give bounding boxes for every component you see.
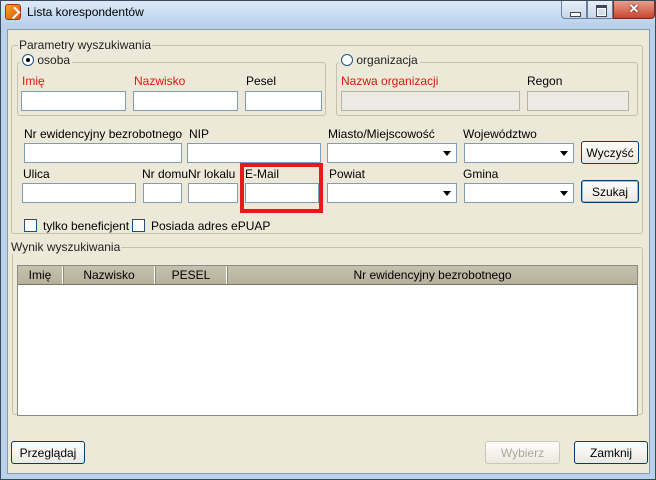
column-header-pesel[interactable]: PESEL: [156, 266, 227, 284]
title-bar[interactable]: Lista korespondentów ✕: [1, 1, 655, 23]
beneficiary-only-checkbox[interactable]: [24, 219, 37, 232]
org-name-input[interactable]: [341, 91, 520, 111]
org-radio[interactable]: [341, 54, 353, 66]
minimize-button[interactable]: [561, 1, 587, 19]
county-label: Powiat: [329, 167, 366, 181]
person-radio[interactable]: [22, 54, 34, 66]
unemployed-id-input[interactable]: [24, 143, 182, 163]
person-radio-wrap[interactable]: osoba: [20, 53, 73, 67]
chevron-down-icon[interactable]: [440, 185, 455, 201]
last-name-input[interactable]: [133, 91, 238, 111]
choose-button[interactable]: Wybierz: [485, 441, 560, 464]
house-number-input[interactable]: [143, 183, 182, 203]
results-title: Wynik wyszukiwania: [10, 240, 122, 254]
org-name-label: Nazwa organizacji: [341, 74, 439, 88]
street-label: Ulica: [23, 167, 50, 181]
person-radio-label: osoba: [37, 53, 71, 67]
county-select[interactable]: [327, 183, 457, 203]
pesel-input[interactable]: [245, 91, 322, 111]
nip-input[interactable]: [187, 143, 321, 163]
house-number-label: Nr domu: [142, 167, 189, 181]
org-group: organizacja Nazwa organizacji Regon: [336, 53, 638, 116]
person-group: osoba Imię Nazwisko Pesel: [17, 53, 326, 116]
search-params-title: Parametry wyszukiwania: [18, 38, 153, 52]
beneficiary-only-label: tylko beneficjent: [43, 219, 130, 233]
chevron-down-icon[interactable]: [557, 145, 572, 161]
apartment-number-label: Nr lokalu: [188, 167, 236, 181]
results-table[interactable]: Imię Nazwisko PESEL Nr ewidencyjny bezro…: [17, 265, 638, 416]
last-name-label: Nazwisko: [134, 74, 186, 88]
unemployed-id-label: Nr ewidencyjny bezrobotnego: [24, 127, 183, 141]
column-header-first-name[interactable]: Imię: [18, 266, 63, 284]
street-input[interactable]: [22, 183, 136, 203]
browse-button[interactable]: Przeglądaj: [11, 441, 85, 464]
epuap-label: Posiada adres ePUAP: [151, 219, 271, 233]
first-name-label: Imię: [22, 74, 45, 88]
results-table-header: Imię Nazwisko PESEL Nr ewidencyjny bezro…: [18, 266, 637, 285]
search-params-group: Parametry wyszukiwania osoba Imię Nazwis…: [11, 38, 643, 234]
city-label: Miasto/Miejscowość: [328, 127, 435, 141]
dialog-body: Parametry wyszukiwania osoba Imię Nazwis…: [7, 29, 650, 474]
results-group: Wynik wyszukiwania Imię Nazwisko PESEL N…: [10, 240, 643, 416]
close-button[interactable]: Zamknij: [574, 441, 648, 464]
org-radio-label: organizacja: [356, 53, 418, 67]
org-radio-wrap[interactable]: organizacja: [339, 53, 420, 67]
first-name-input[interactable]: [21, 91, 126, 111]
regon-label: Regon: [527, 74, 563, 88]
window-title: Lista korespondentów: [27, 5, 144, 19]
municipality-label: Gmina: [463, 167, 499, 181]
app-icon: [5, 4, 21, 20]
chevron-down-icon[interactable]: [440, 145, 455, 161]
email-highlight-box: [240, 163, 323, 213]
apartment-number-input[interactable]: [188, 183, 238, 203]
column-header-unemployed-id[interactable]: Nr ewidencyjny bezrobotnego: [228, 266, 637, 284]
dialog-window: Lista korespondentów ✕ Parametry wyszuki…: [0, 0, 656, 480]
regon-input[interactable]: [527, 91, 629, 111]
municipality-select[interactable]: [464, 183, 574, 203]
nip-label: NIP: [189, 127, 210, 141]
maximize-button[interactable]: [587, 1, 613, 19]
epuap-checkbox[interactable]: [132, 219, 145, 232]
clear-button[interactable]: Wyczyść: [581, 141, 639, 164]
search-button[interactable]: Szukaj: [581, 180, 639, 203]
column-header-last-name[interactable]: Nazwisko: [64, 266, 155, 284]
city-select[interactable]: [327, 143, 457, 163]
close-icon: ✕: [628, 1, 640, 16]
pesel-label: Pesel: [246, 74, 277, 88]
voivodeship-label: Województwo: [463, 127, 537, 141]
close-window-button[interactable]: ✕: [613, 1, 655, 19]
voivodeship-select[interactable]: [464, 143, 574, 163]
chevron-down-icon[interactable]: [557, 185, 572, 201]
